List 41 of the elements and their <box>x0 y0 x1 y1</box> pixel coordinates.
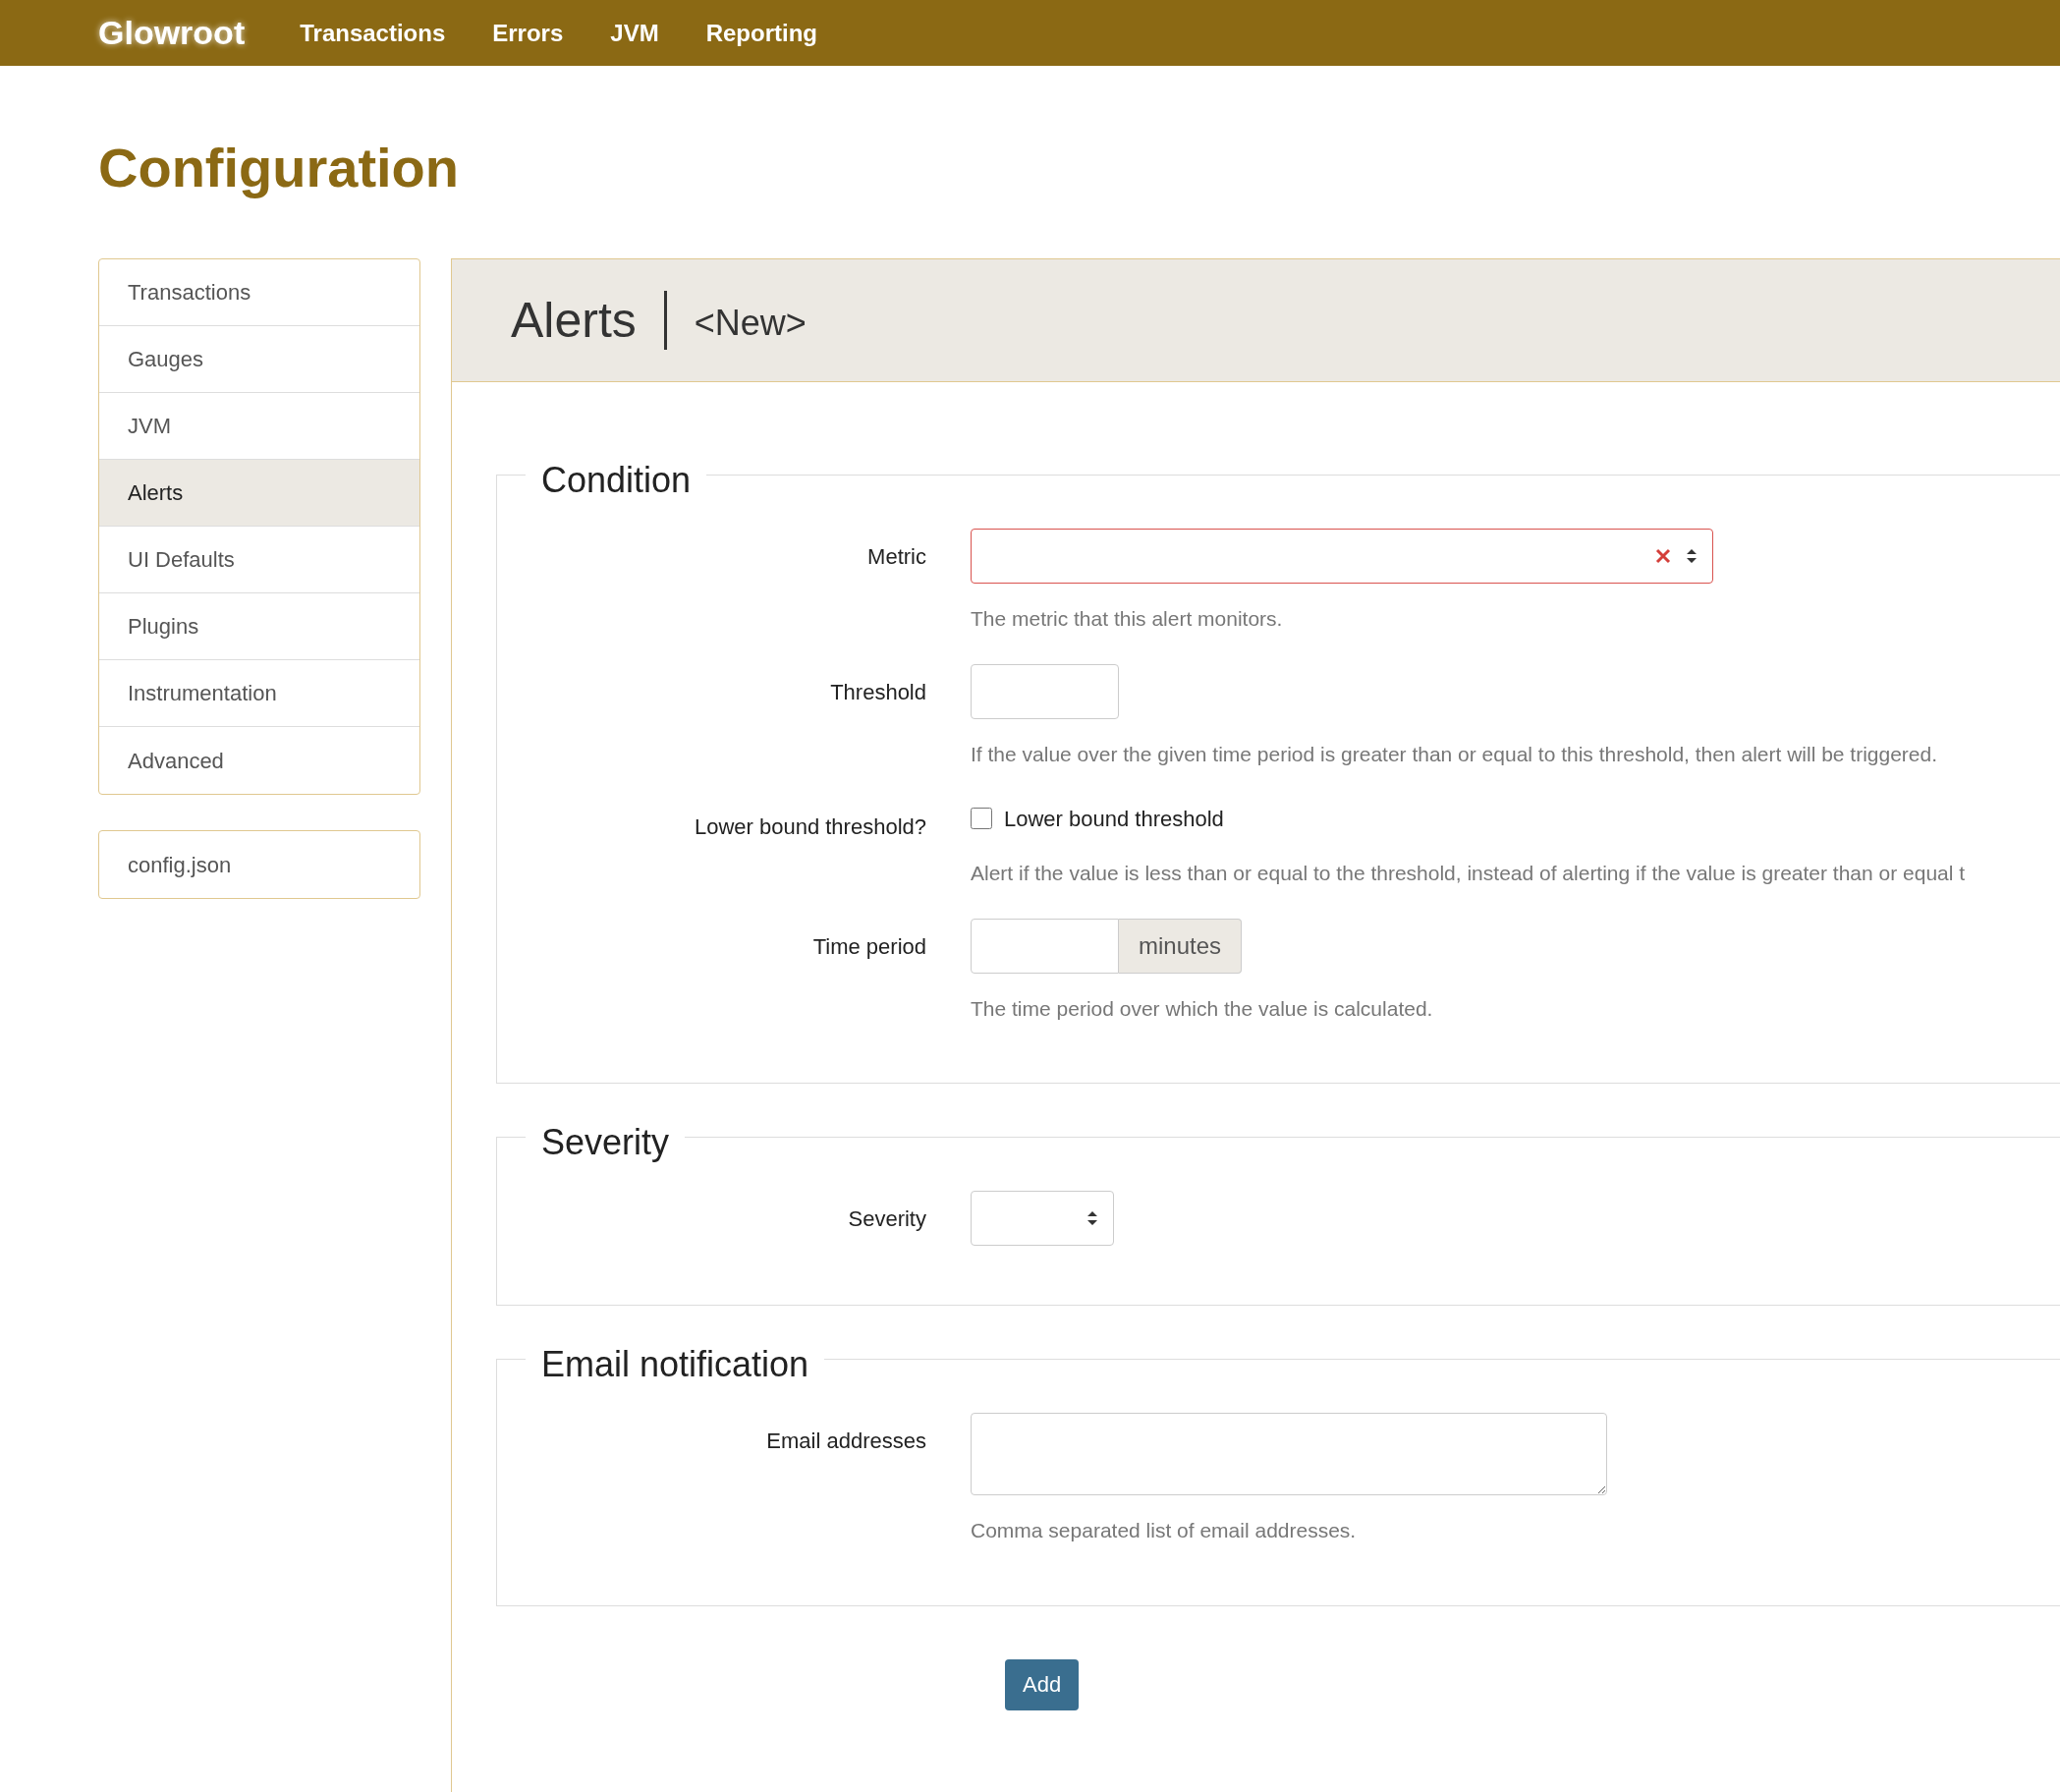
sidebar-item[interactable]: Instrumentation <box>99 660 419 727</box>
field-label: Metric <box>867 543 926 571</box>
nav-link[interactable]: Errors <box>492 15 564 51</box>
sidebar-item[interactable]: Advanced <box>99 727 419 794</box>
help-text: The metric that this alert monitors. <box>971 606 1284 632</box>
severity-select[interactable] <box>971 1191 1114 1246</box>
brand-logo[interactable]: Glowroot <box>98 8 246 58</box>
threshold-input[interactable] <box>971 663 1119 719</box>
field-label: Severity <box>848 1205 926 1233</box>
help-text: Alert if the value is less than or equal to the threshold, instead of alerting if the value is greater than or equal t <box>971 861 1966 886</box>
sidebar-item[interactable]: Gauges <box>99 326 419 393</box>
help-text: Comma separated list of email addresses. <box>971 1518 1358 1543</box>
checkbox-label: Lower bound threshold <box>1004 805 1224 833</box>
sort-arrows-icon <box>1087 1211 1097 1225</box>
field-label: Threshold <box>830 678 926 706</box>
section-legend: Condition <box>541 460 692 500</box>
sidebar-item[interactable]: UI Defaults <box>99 527 419 593</box>
sort-arrows-icon <box>1687 549 1697 563</box>
panel-subtitle: <New> <box>694 302 807 345</box>
sidebar-item[interactable]: Plugins <box>99 593 419 660</box>
email-addresses-textarea[interactable] <box>971 1413 1607 1495</box>
help-text: The time period over which the value is calculated. <box>971 995 1433 1022</box>
panel-title: Alerts <box>511 291 637 350</box>
field-label: Lower bound threshold? <box>694 813 926 841</box>
checkbox[interactable] <box>971 808 992 829</box>
clear-icon[interactable] <box>1655 548 1671 564</box>
field-label: Email addresses <box>766 1428 926 1455</box>
time-period-input[interactable] <box>971 918 1119 974</box>
help-text: If the value over the given time period is greater than or equal to this threshold, then alert will be triggered. <box>971 741 1938 767</box>
section-legend: Email notification <box>541 1344 809 1384</box>
nav-link[interactable]: Transactions <box>300 15 446 51</box>
sidebar-item[interactable]: Transactions <box>99 259 419 326</box>
sidebar-item[interactable]: Alerts <box>99 460 419 527</box>
field-label: Time period <box>812 932 926 961</box>
metric-select[interactable] <box>971 529 1713 584</box>
nav-link[interactable]: JVM <box>610 15 659 51</box>
section-legend: Severity <box>541 1122 670 1162</box>
unit-addon: minutes <box>1119 918 1243 974</box>
nav-link[interactable]: Reporting <box>705 15 817 51</box>
sidebar-item[interactable]: config.json <box>98 830 420 899</box>
add-button[interactable]: Add <box>1005 1658 1080 1710</box>
